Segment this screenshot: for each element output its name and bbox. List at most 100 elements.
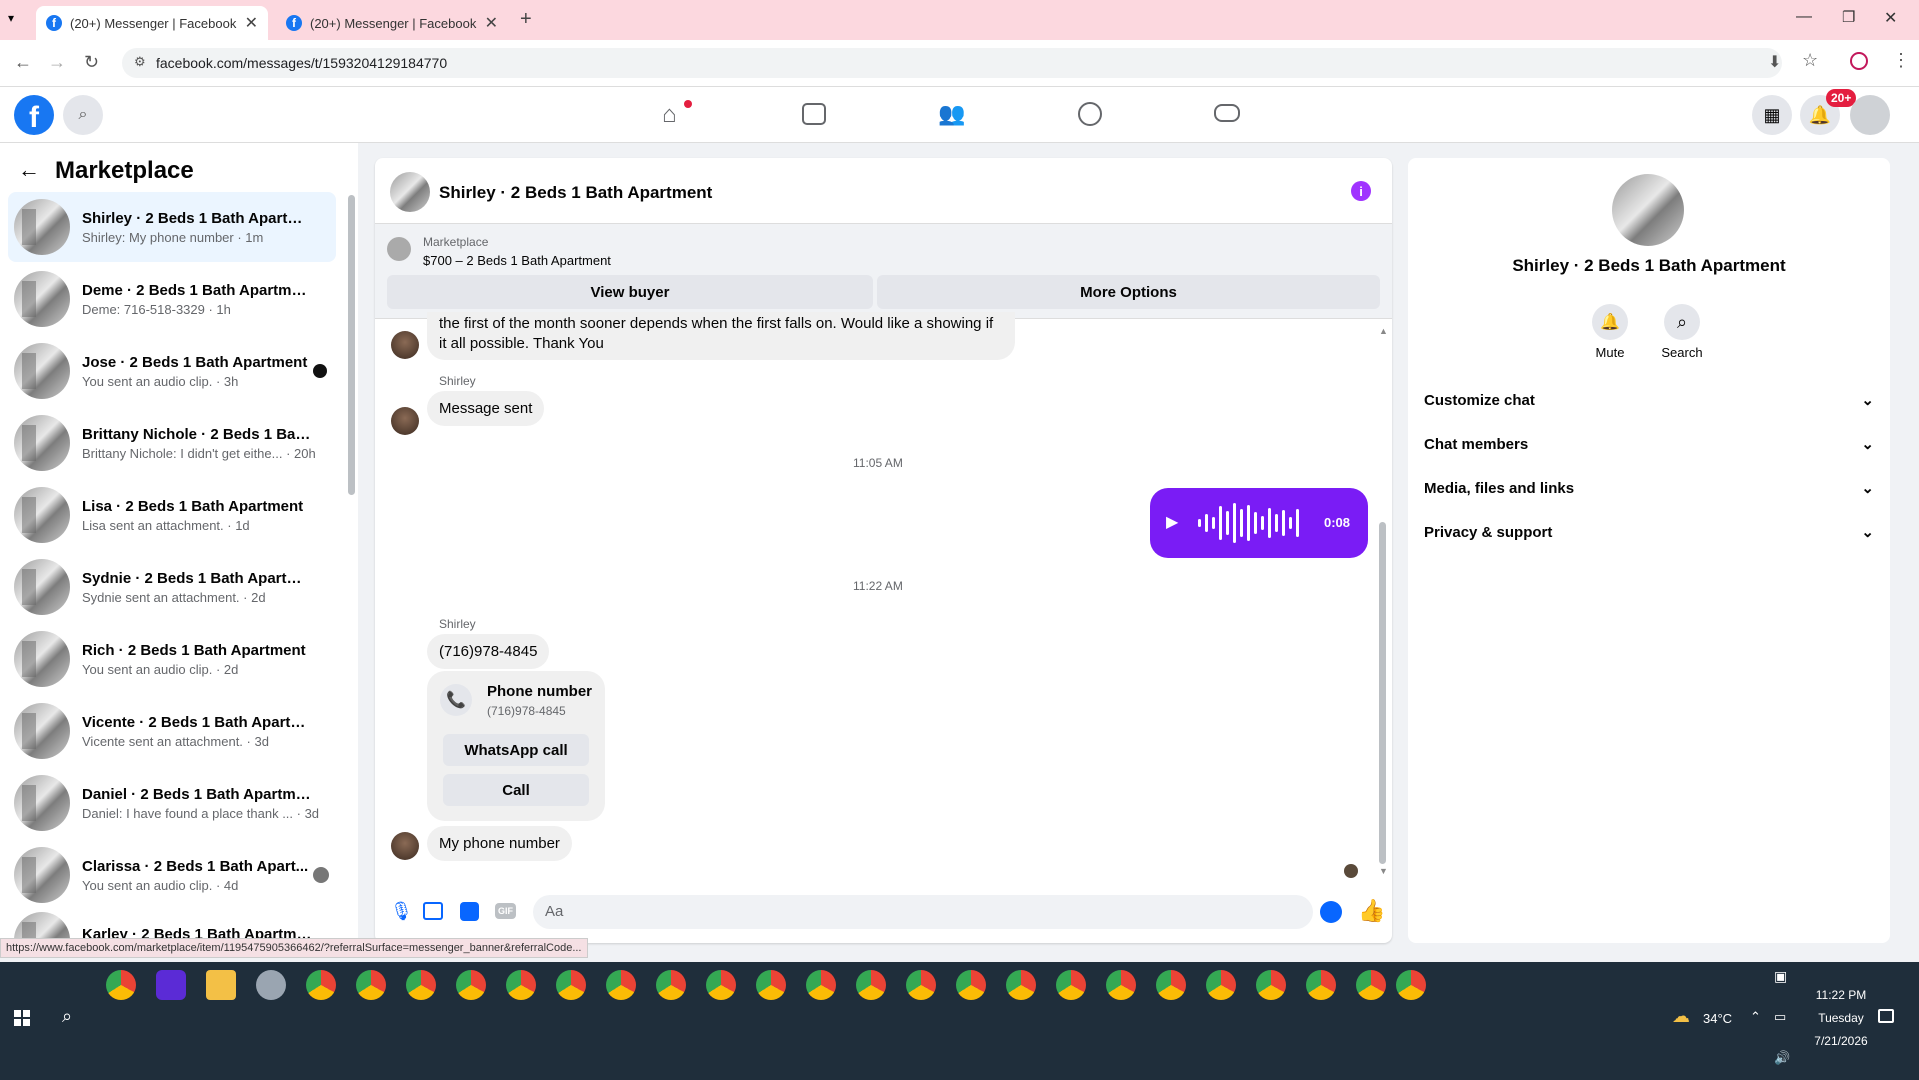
call-button[interactable]: Call	[443, 774, 589, 806]
close-tab-icon[interactable]: ✕	[245, 13, 258, 33]
new-tab-icon[interactable]: +	[520, 8, 532, 31]
chrome-icon[interactable]	[856, 970, 886, 1000]
browser-tab-1[interactable]: f (20+) Messenger | Facebook ✕	[36, 6, 268, 40]
chrome-icon[interactable]	[406, 970, 436, 1000]
show-hidden-icons[interactable]: ⌃	[1750, 1009, 1761, 1025]
close-window-icon[interactable]: ✕	[1884, 8, 1897, 28]
message-bubble[interactable]: (716)978-4845	[427, 634, 550, 669]
home-icon[interactable]: ⌂	[662, 101, 677, 129]
chrome-icon[interactable]	[1006, 970, 1036, 1000]
banner-item[interactable]: $700 – 2 Beds 1 Bath Apartment	[423, 253, 611, 268]
thumbs-up-icon[interactable]: 👍	[1358, 898, 1385, 924]
chat-title[interactable]: Shirley · 2 Beds 1 Bath Apartment	[439, 183, 712, 203]
media-files-links-section[interactable]: Media, files and links ⌄	[1424, 470, 1874, 506]
app-icon[interactable]	[256, 970, 286, 1000]
conversation-item[interactable]: Daniel · 2 Beds 1 Bath Apartment Daniel: …	[8, 768, 336, 838]
chrome-icon[interactable]	[606, 970, 636, 1000]
scroll-up-icon[interactable]: ▲	[1379, 326, 1388, 336]
taskbar-search-icon[interactable]: ⌕	[62, 1006, 72, 1027]
conversation-item[interactable]: Deme · 2 Beds 1 Bath Apartment Deme: 716-…	[8, 264, 336, 334]
video-icon[interactable]	[802, 103, 826, 125]
chat-scrollbar[interactable]	[1379, 522, 1386, 864]
view-buyer-button[interactable]: View buyer	[387, 275, 873, 309]
groups-icon[interactable]	[1078, 102, 1102, 126]
chrome-icon[interactable]	[1256, 970, 1286, 1000]
gaming-icon[interactable]	[1214, 104, 1240, 122]
chrome-icon[interactable]	[456, 970, 486, 1000]
listing-thumbnail[interactable]	[387, 237, 411, 261]
action-center-icon[interactable]	[1878, 1009, 1894, 1023]
chrome-icon[interactable]	[1156, 970, 1186, 1000]
info-icon[interactable]: i	[1351, 181, 1371, 201]
chrome-icon[interactable]	[756, 970, 786, 1000]
conversation-item[interactable]: Vicente · 2 Beds 1 Bath Apartment Vicente…	[8, 696, 336, 766]
chat-avatar[interactable]	[390, 172, 430, 212]
close-tab-icon[interactable]: ✕	[485, 13, 498, 33]
notification-tray-icon[interactable]: ▣	[1774, 968, 1787, 985]
conversation-item[interactable]: Shirley · 2 Beds 1 Bath Apartment Shirley…	[8, 192, 336, 262]
network-icon[interactable]: ▭	[1774, 1009, 1786, 1025]
back-icon[interactable]: ←	[14, 52, 32, 73]
url-field[interactable]: facebook.com/messages/t/1593204129184770	[122, 48, 1782, 78]
chrome-icon[interactable]	[1106, 970, 1136, 1000]
friends-icon[interactable]: 👥	[938, 101, 965, 127]
search-icon[interactable]: ⌕	[63, 95, 103, 135]
mute-bell-icon[interactable]: 🔔	[1592, 304, 1628, 340]
chrome-icon[interactable]	[106, 970, 136, 1000]
profile-avatar[interactable]	[1612, 174, 1684, 246]
chrome-icon[interactable]	[956, 970, 986, 1000]
gif-icon[interactable]: GIF	[495, 903, 516, 919]
play-icon[interactable]: ▶	[1166, 512, 1178, 532]
message-input[interactable]: Aa	[533, 895, 1313, 929]
chat-members-section[interactable]: Chat members ⌄	[1424, 426, 1874, 462]
minimize-icon[interactable]: —	[1796, 8, 1812, 26]
site-info-icon[interactable]: ⚙	[134, 54, 146, 70]
facebook-logo-icon[interactable]: f	[14, 95, 54, 135]
chrome-icon[interactable]	[656, 970, 686, 1000]
menu-grid-icon[interactable]: ▦	[1752, 95, 1792, 135]
clock-time[interactable]: 11:22 PM	[1800, 988, 1882, 1002]
menu-dots-icon[interactable]: ⋮	[1892, 50, 1910, 71]
browser-tab-2[interactable]: f (20+) Messenger | Facebook ✕	[276, 6, 508, 40]
windows-start-icon[interactable]	[14, 1010, 30, 1026]
conversation-item[interactable]: Jose · 2 Beds 1 Bath Apartment You sent a…	[8, 336, 336, 406]
profile-icon[interactable]	[1850, 52, 1868, 70]
conversation-item[interactable]: Clarissa · 2 Beds 1 Bath Apart... You sen…	[8, 840, 336, 910]
bookmark-star-icon[interactable]: ☆	[1802, 50, 1818, 71]
conversation-item[interactable]: Sydnie · 2 Beds 1 Bath Apartment Sydnie s…	[8, 552, 336, 622]
app-icon[interactable]	[156, 970, 186, 1000]
chrome-icon[interactable]	[806, 970, 836, 1000]
scroll-down-icon[interactable]: ▼	[1379, 866, 1388, 876]
file-explorer-icon[interactable]	[206, 970, 236, 1000]
chrome-icon[interactable]	[1206, 970, 1236, 1000]
more-options-button[interactable]: More Options	[877, 275, 1380, 309]
privacy-support-section[interactable]: Privacy & support ⌄	[1424, 514, 1874, 550]
reload-icon[interactable]: ↻	[84, 52, 99, 73]
conversation-item[interactable]: Brittany Nichole · 2 Beds 1 Bath ... Brit…	[8, 408, 336, 478]
sidebar-scrollbar[interactable]	[348, 195, 355, 495]
customize-chat-section[interactable]: Customize chat ⌄	[1424, 382, 1874, 418]
chrome-icon[interactable]	[906, 970, 936, 1000]
sticker-icon[interactable]	[460, 902, 479, 921]
restore-icon[interactable]: ❐	[1842, 8, 1855, 26]
conversation-item[interactable]: Rich · 2 Beds 1 Bath Apartment You sent a…	[8, 624, 336, 694]
chrome-icon[interactable]	[506, 970, 536, 1000]
chrome-icon[interactable]	[556, 970, 586, 1000]
chrome-icon[interactable]	[356, 970, 386, 1000]
photo-icon[interactable]	[423, 902, 443, 920]
install-app-icon[interactable]: ⬇	[1768, 52, 1781, 72]
volume-icon[interactable]: 🔊	[1774, 1050, 1790, 1066]
emoji-icon[interactable]	[1320, 901, 1342, 923]
chrome-icon[interactable]	[706, 970, 736, 1000]
chrome-icon[interactable]	[1056, 970, 1086, 1000]
chrome-icon[interactable]	[1306, 970, 1336, 1000]
whatsapp-call-button[interactable]: WhatsApp call	[443, 734, 589, 766]
chrome-icon[interactable]	[1356, 970, 1386, 1000]
account-avatar[interactable]	[1850, 95, 1890, 135]
tab-list-icon[interactable]: ▾	[8, 11, 14, 25]
chrome-icon[interactable]	[1396, 970, 1426, 1000]
search-icon[interactable]: ⌕	[1664, 304, 1700, 340]
conversation-item[interactable]: Lisa · 2 Beds 1 Bath Apartment Lisa sent …	[8, 480, 336, 550]
forward-icon[interactable]: →	[48, 52, 66, 73]
chrome-icon[interactable]	[306, 970, 336, 1000]
